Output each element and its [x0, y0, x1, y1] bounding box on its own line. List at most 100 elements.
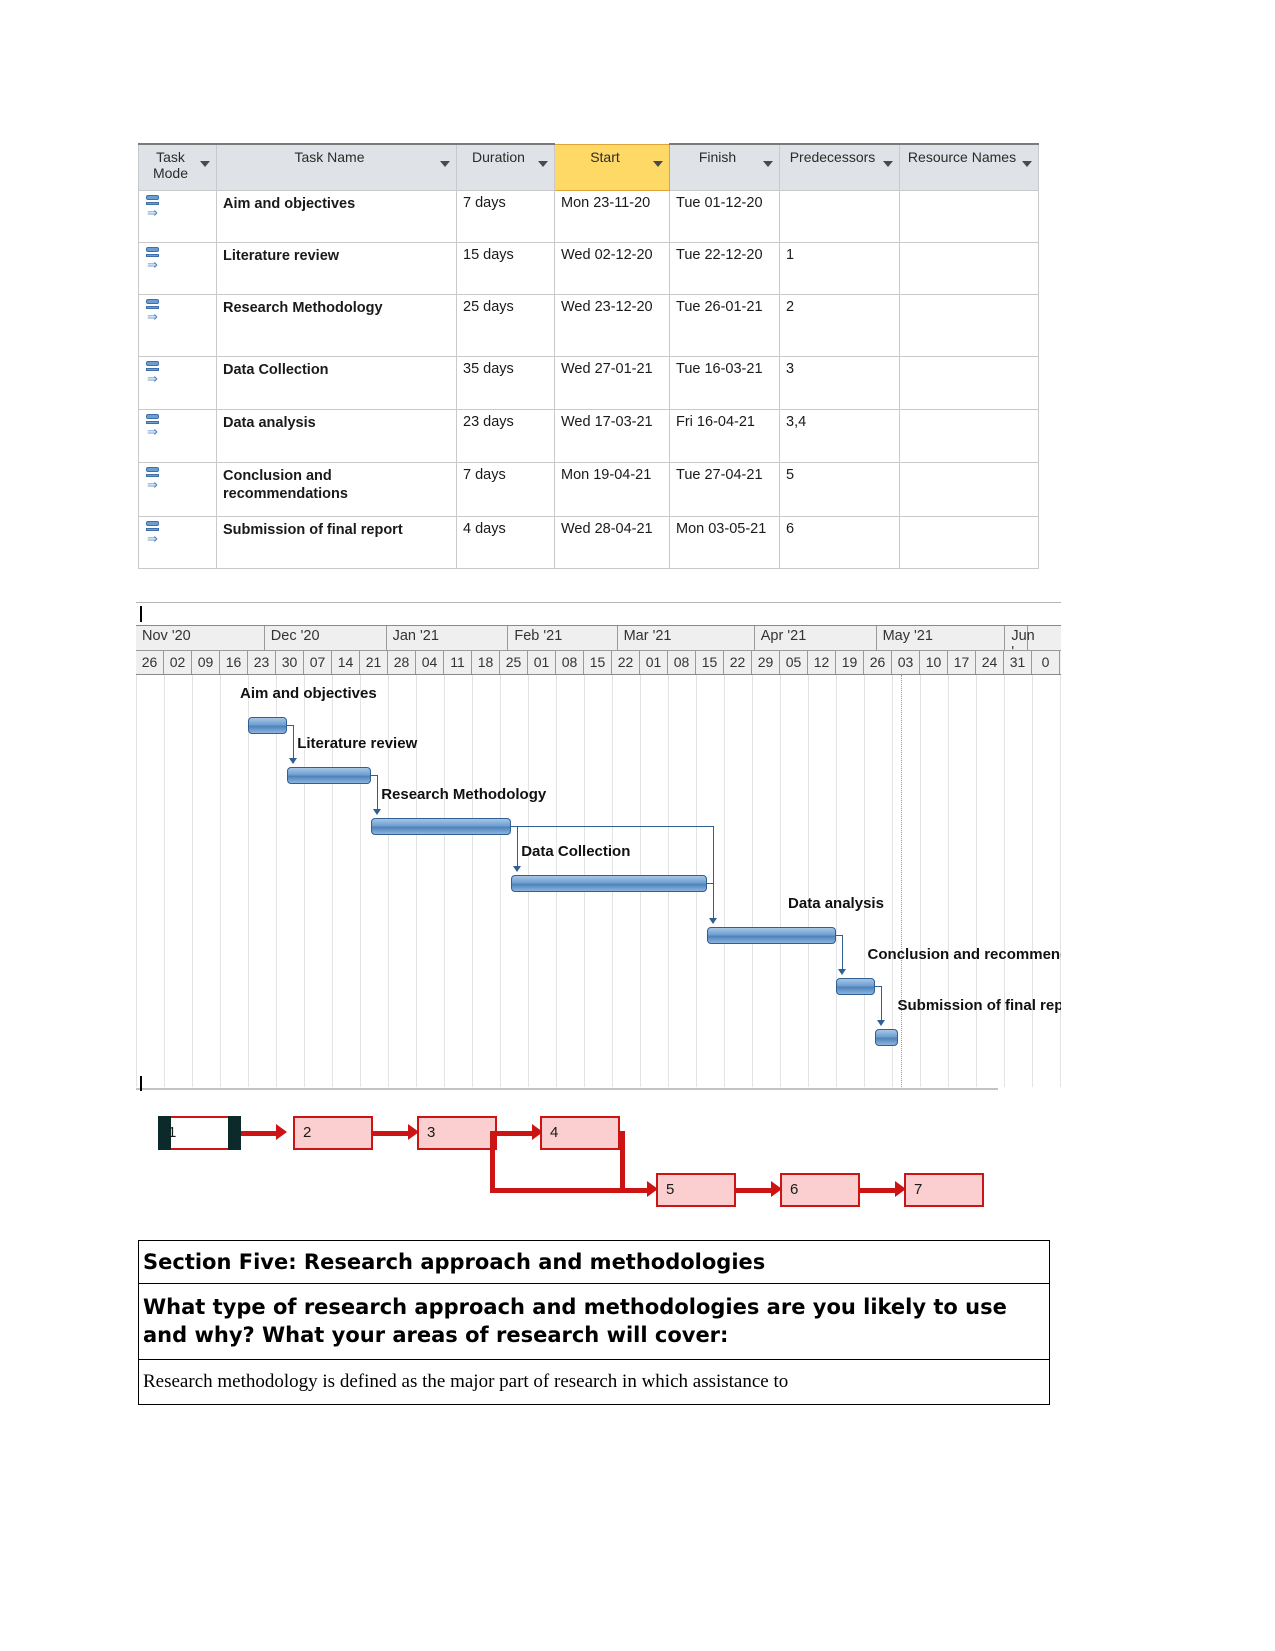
column-header-task-mode[interactable]: Task Mode	[138, 143, 217, 191]
task-mode-cell[interactable]: ⇒	[138, 461, 217, 517]
resource-names-cell[interactable]	[899, 461, 1039, 517]
network-node-5[interactable]: 5	[656, 1173, 736, 1207]
table-row[interactable]: ⇒ Data analysis 23 days Wed 17-03-21 Fri…	[138, 408, 1039, 463]
task-name-cell[interactable]: Data Collection	[216, 355, 457, 410]
filter-dropdown-icon[interactable]	[1022, 161, 1032, 167]
task-mode-cell[interactable]: ⇒	[138, 189, 217, 243]
duration-cell[interactable]: 7 days	[456, 461, 555, 517]
gantt-link	[881, 986, 883, 1021]
filter-dropdown-icon[interactable]	[763, 161, 773, 167]
duration-cell[interactable]: 23 days	[456, 408, 555, 463]
network-node-1[interactable]: 1	[158, 1116, 241, 1150]
network-edge-6-7	[860, 1188, 900, 1193]
filter-dropdown-icon[interactable]	[883, 161, 893, 167]
network-node-3[interactable]: 3	[417, 1116, 497, 1150]
resource-names-cell[interactable]	[899, 189, 1039, 243]
task-mode-cell[interactable]: ⇒	[138, 355, 217, 410]
table-row[interactable]: ⇒ Data Collection 35 days Wed 27-01-21 T…	[138, 355, 1039, 410]
table-row[interactable]: ⇒ Literature review 15 days Wed 02-12-20…	[138, 241, 1039, 295]
start-cell[interactable]: Wed 23-12-20	[554, 293, 670, 357]
predecessors-cell[interactable]: 5	[779, 461, 900, 517]
start-cell[interactable]: Mon 23-11-20	[554, 189, 670, 243]
filter-dropdown-icon[interactable]	[653, 160, 663, 167]
resource-names-cell[interactable]	[899, 408, 1039, 463]
document-page: Task Mode Task Name Duration Start Finis…	[0, 0, 1275, 1651]
finish-cell[interactable]: Tue 22-12-20	[669, 241, 780, 295]
start-cell[interactable]: Mon 19-04-21	[554, 461, 670, 517]
gantt-bar-1[interactable]	[287, 767, 372, 784]
gantt-bar-label-3: Data Collection	[521, 843, 631, 860]
gantt-week-26: 26	[864, 651, 892, 674]
task-name-cell[interactable]: Aim and objectives	[216, 189, 457, 243]
filter-dropdown-icon[interactable]	[200, 161, 210, 167]
task-mode-cell[interactable]: ⇒	[138, 515, 217, 569]
finish-cell[interactable]: Mon 03-05-21	[669, 515, 780, 569]
gantt-bar-label-0: Aim and objectives	[240, 685, 377, 702]
table-row[interactable]: ⇒ Aim and objectives 7 days Mon 23-11-20…	[138, 189, 1039, 243]
task-name-cell[interactable]: Research Methodology	[216, 293, 457, 357]
task-mode-cell[interactable]: ⇒	[138, 408, 217, 463]
predecessors-cell[interactable]: 3,4	[779, 408, 900, 463]
filter-dropdown-icon[interactable]	[440, 161, 450, 167]
task-name-cell[interactable]: Submission of final report	[216, 515, 457, 569]
duration-cell[interactable]: 4 days	[456, 515, 555, 569]
gantt-gridline	[724, 675, 725, 1087]
gantt-gridline	[836, 675, 837, 1087]
start-cell[interactable]: Wed 27-01-21	[554, 355, 670, 410]
predecessors-cell[interactable]: 6	[779, 515, 900, 569]
predecessors-cell[interactable]	[779, 189, 900, 243]
resource-names-cell[interactable]	[899, 515, 1039, 569]
table-row[interactable]: ⇒ Submission of final report 4 days Wed …	[138, 515, 1039, 569]
duration-cell[interactable]: 15 days	[456, 241, 555, 295]
network-node-6[interactable]: 6	[780, 1173, 860, 1207]
finish-cell[interactable]: Fri 16-04-21	[669, 408, 780, 463]
predecessors-cell[interactable]: 1	[779, 241, 900, 295]
column-header-duration[interactable]: Duration	[456, 143, 555, 191]
gantt-bar-5[interactable]	[836, 978, 876, 995]
predecessors-cell[interactable]: 2	[779, 293, 900, 357]
paragraph-cell: Research methodology is defined as the m…	[138, 1358, 1050, 1406]
resource-names-cell[interactable]	[899, 241, 1039, 295]
gantt-gridline	[864, 675, 865, 1087]
duration-cell[interactable]: 25 days	[456, 293, 555, 357]
start-cell[interactable]: Wed 28-04-21	[554, 515, 670, 569]
resource-names-cell[interactable]	[899, 355, 1039, 410]
task-name-cell[interactable]: Conclusion and recommendations	[216, 461, 457, 517]
predecessors-cell[interactable]: 3	[779, 355, 900, 410]
gantt-gridline	[780, 675, 781, 1087]
column-header-finish[interactable]: Finish	[669, 143, 780, 191]
start-cell[interactable]: Wed 17-03-21	[554, 408, 670, 463]
gantt-bar-4[interactable]	[707, 927, 836, 944]
finish-cell[interactable]: Tue 01-12-20	[669, 189, 780, 243]
start-cell[interactable]: Wed 02-12-20	[554, 241, 670, 295]
finish-cell[interactable]: Tue 26-01-21	[669, 293, 780, 357]
finish-cell[interactable]: Tue 16-03-21	[669, 355, 780, 410]
task-mode-cell[interactable]: ⇒	[138, 241, 217, 295]
gantt-bar-3[interactable]	[511, 875, 708, 892]
column-header-start[interactable]: Start	[554, 143, 670, 191]
duration-cell[interactable]: 35 days	[456, 355, 555, 410]
gantt-bars-area[interactable]: Aim and objectives Literature review Resea…	[136, 675, 1061, 1087]
gantt-bar-2[interactable]	[371, 818, 512, 835]
column-header-predecessors-label: Predecessors	[789, 149, 876, 165]
network-node-4-label: 4	[550, 1124, 559, 1141]
network-node-7[interactable]: 7	[904, 1173, 984, 1207]
column-header-task-name[interactable]: Task Name	[216, 143, 457, 191]
network-node-4[interactable]: 4	[540, 1116, 620, 1150]
task-mode-cell[interactable]: ⇒	[138, 293, 217, 357]
task-name-cell[interactable]: Data analysis	[216, 408, 457, 463]
column-header-resource-names[interactable]: Resource Names	[899, 143, 1039, 191]
gantt-bar-6[interactable]	[875, 1029, 898, 1046]
filter-dropdown-icon[interactable]	[538, 161, 548, 167]
gantt-gridline	[1060, 675, 1061, 1087]
task-name-cell[interactable]: Literature review	[216, 241, 457, 295]
finish-cell[interactable]: Tue 27-04-21	[669, 461, 780, 517]
resource-names-cell[interactable]	[899, 293, 1039, 357]
column-header-resource-names-label: Resource Names	[907, 149, 1017, 165]
gantt-bar-0[interactable]	[248, 717, 288, 734]
duration-cell[interactable]: 7 days	[456, 189, 555, 243]
table-row[interactable]: ⇒ Conclusion and recommendations 7 days …	[138, 461, 1039, 517]
column-header-predecessors[interactable]: Predecessors	[779, 143, 900, 191]
table-row[interactable]: ⇒ Research Methodology 25 days Wed 23-12…	[138, 293, 1039, 357]
network-node-2[interactable]: 2	[293, 1116, 373, 1150]
